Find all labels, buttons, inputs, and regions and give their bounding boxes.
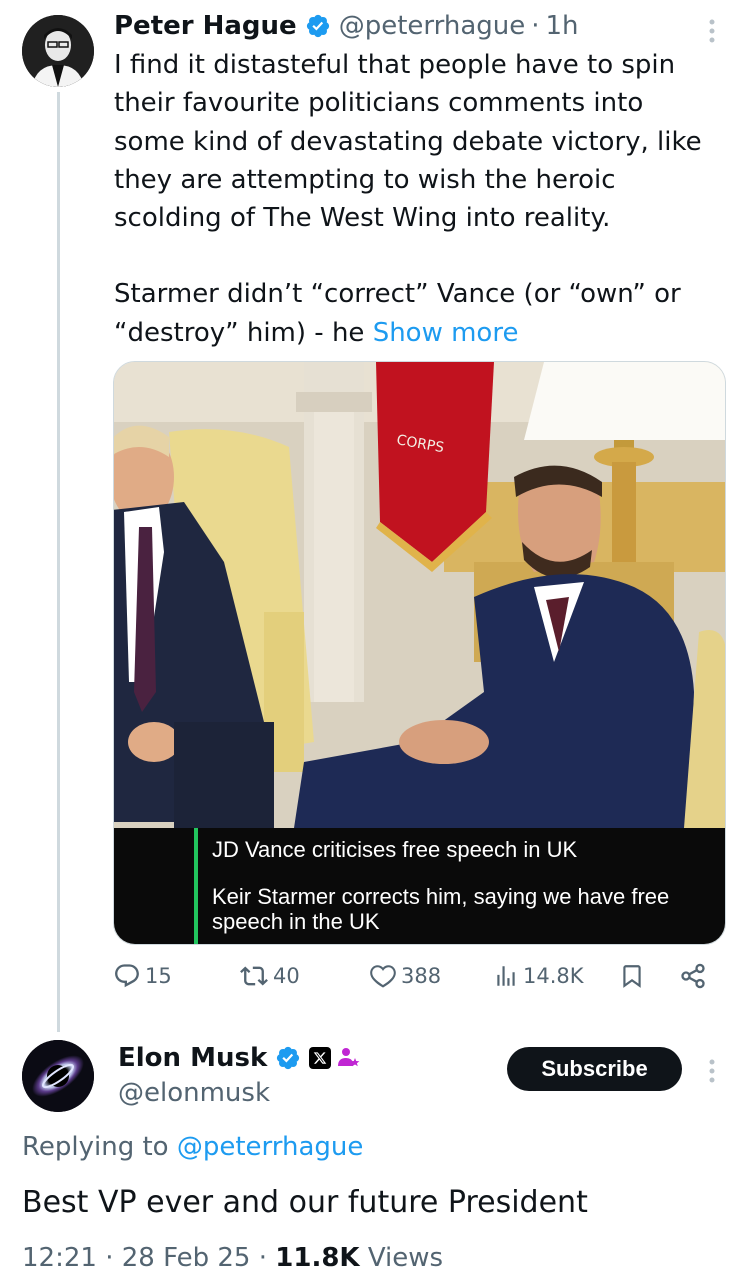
more-vertical-icon[interactable] <box>702 16 722 46</box>
views-icon <box>493 962 519 990</box>
like-count: 388 <box>401 964 442 988</box>
more-vertical-icon[interactable] <box>702 1056 722 1086</box>
tweet1-action-bar: 15 40 388 14.8K <box>113 962 713 1002</box>
verified-badge-icon <box>305 13 331 39</box>
text-line: Starmer didn’t “correct” Vance (or “own”… <box>114 279 681 310</box>
replying-to: Replying to @peterrhague <box>22 1130 363 1164</box>
text-line: scolding of The West Wing into reality. <box>114 203 611 234</box>
tweet-media-video[interactable]: CORPS JD Vance criticises free speech in… <box>113 361 726 945</box>
separator: · <box>531 11 540 41</box>
verified-badge-icon <box>275 1045 301 1071</box>
reply-icon <box>113 962 141 990</box>
author-handle[interactable]: @peterrhague <box>339 8 526 44</box>
subscribe-button[interactable]: Subscribe <box>507 1047 682 1091</box>
reply-button[interactable]: 15 <box>113 962 172 990</box>
video-caption-box: JD Vance criticises free speech in UK Ke… <box>114 828 725 944</box>
text-line: I find it distasteful that people have t… <box>114 50 676 80</box>
repost-count: 40 <box>273 964 300 988</box>
repost-button[interactable]: 40 <box>239 962 300 990</box>
repost-icon <box>239 962 269 990</box>
thread-line <box>57 92 60 1032</box>
like-button[interactable]: 388 <box>369 962 441 990</box>
author-name[interactable]: Peter Hague <box>114 8 297 44</box>
tweet1-header: Peter Hague @peterrhague · 1h <box>114 8 579 44</box>
elon-musk-avatar[interactable] <box>22 1040 94 1112</box>
replying-prefix: Replying to <box>22 1132 177 1162</box>
bookmark-button[interactable] <box>619 962 645 990</box>
caption-accent-bar <box>194 828 198 944</box>
x-logo-icon <box>309 1047 332 1069</box>
share-button[interactable] <box>679 962 707 990</box>
views-label: Views <box>367 1243 444 1273</box>
tweet-time[interactable]: 1h <box>546 8 579 44</box>
caption-headline: JD Vance criticises free speech in UK <box>212 837 578 862</box>
tweet2-header: Elon Musk <box>118 1040 361 1076</box>
tweet1-text: I find it distasteful that people have t… <box>114 46 734 352</box>
share-icon <box>679 962 707 990</box>
text-line: their favourite politicians comments int… <box>114 88 644 119</box>
author-handle[interactable]: @elonmusk <box>118 1076 270 1110</box>
views-button[interactable]: 14.8K <box>493 962 584 990</box>
show-more-link[interactable]: Show more <box>373 318 519 348</box>
separator: · <box>105 1243 114 1273</box>
text-line: “destroy” him) - he Show more <box>114 317 519 348</box>
affiliate-icon <box>337 1046 361 1070</box>
tweet2-text: Best VP ever and our future President <box>22 1185 588 1220</box>
separator: · <box>258 1243 267 1273</box>
text-line: some kind of devastating debate victory,… <box>114 126 702 157</box>
tweet2-meta: 12:21 · 28 Feb 25 · 11.8K Views <box>22 1240 443 1276</box>
tweet-time[interactable]: 12:21 <box>22 1243 97 1273</box>
like-icon <box>369 962 397 990</box>
caption-subline: Keir Starmer corrects him, saying we hav… <box>212 884 670 934</box>
tweet-date[interactable]: 28 Feb 25 <box>122 1243 251 1273</box>
reply-count: 15 <box>145 964 172 988</box>
text-line: they are attempting to wish the heroic <box>114 164 616 195</box>
views-count: 11.8K <box>275 1243 360 1273</box>
replying-to-handle-link[interactable]: @peterrhague <box>177 1132 364 1162</box>
peter-hague-avatar[interactable] <box>22 15 94 87</box>
views-count: 14.8K <box>523 964 584 988</box>
author-name[interactable]: Elon Musk <box>118 1040 267 1076</box>
bookmark-icon <box>619 962 645 990</box>
